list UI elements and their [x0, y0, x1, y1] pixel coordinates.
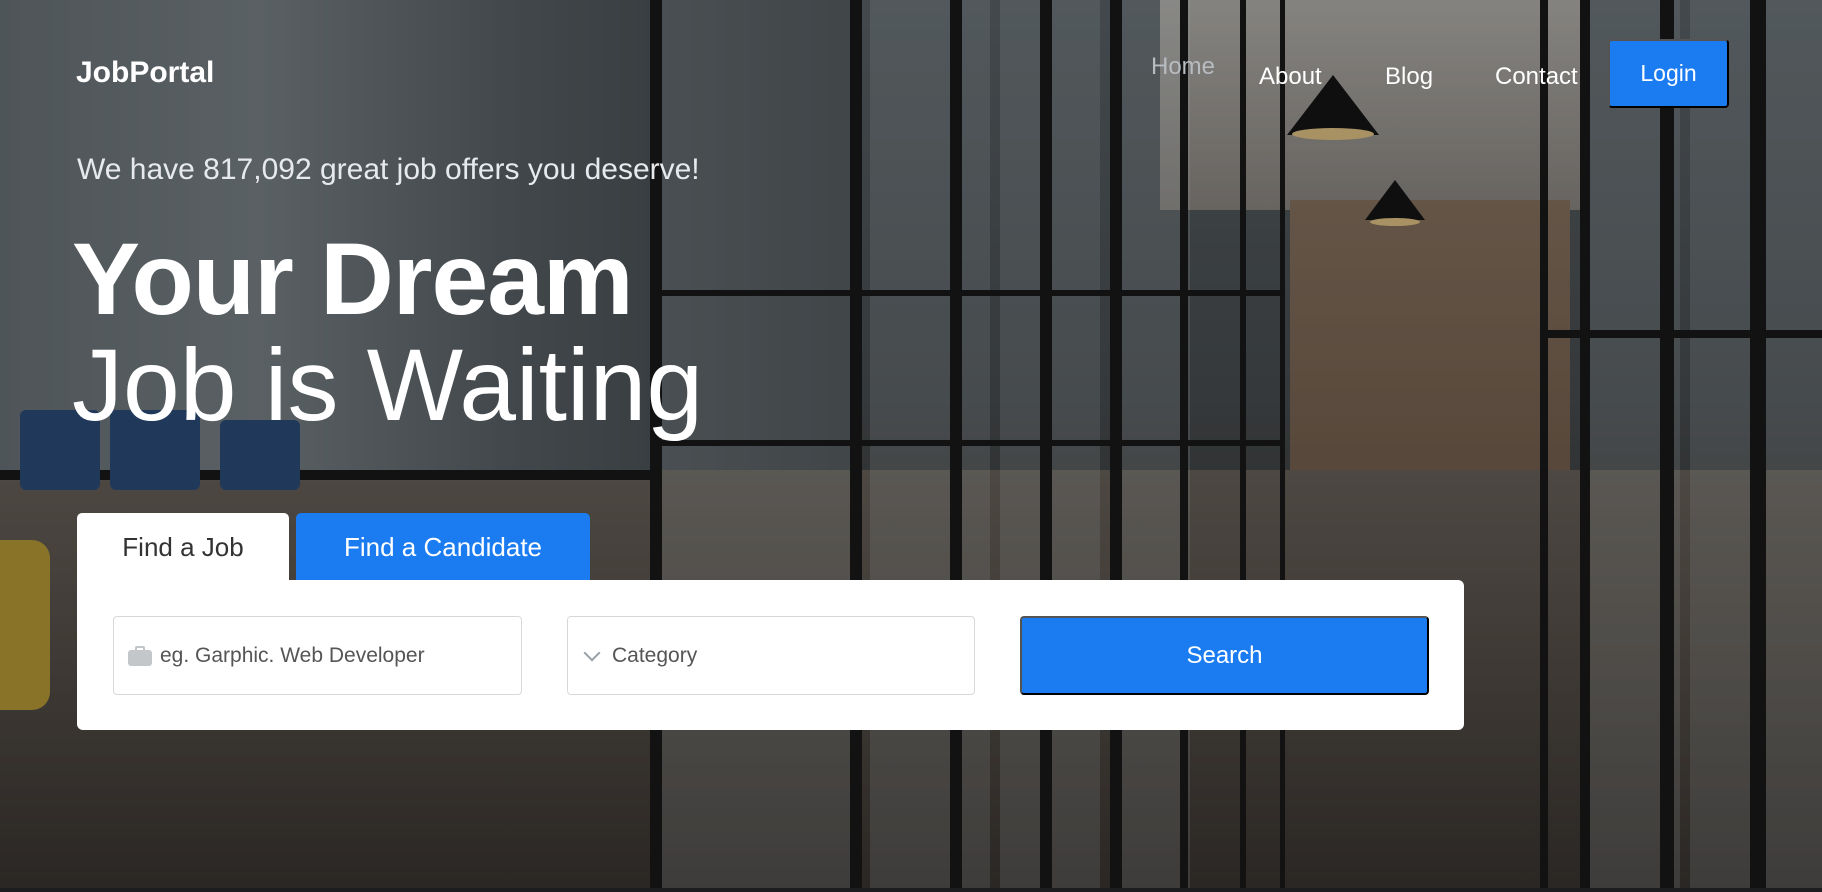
tab-find-candidate[interactable]: Find a Candidate: [296, 513, 590, 581]
login-button[interactable]: Login: [1608, 39, 1729, 108]
nav-link-blog[interactable]: Blog: [1385, 63, 1433, 91]
briefcase-icon: [128, 645, 152, 666]
keyword-placeholder: eg. Garphic. Web Developer: [160, 643, 425, 667]
site-logo[interactable]: JobPortal: [76, 56, 214, 90]
hero-section: JobPortal Home About Blog Contact Login …: [0, 0, 1822, 888]
hero-headline-bold: Your Dream: [72, 222, 634, 336]
search-button[interactable]: Search: [1020, 616, 1429, 695]
nav-link-home[interactable]: Home: [1151, 53, 1215, 81]
category-placeholder: Category: [612, 643, 698, 667]
keyword-input[interactable]: eg. Garphic. Web Developer: [113, 616, 522, 695]
category-select[interactable]: Category: [567, 616, 975, 695]
chevron-down-icon: [583, 644, 601, 661]
hero-tagline: We have 817,092 great job offers you des…: [77, 153, 700, 186]
top-navbar: JobPortal Home About Blog Contact Login: [0, 0, 1822, 150]
search-panel: eg. Garphic. Web Developer Category Sear…: [77, 580, 1464, 730]
hero-headline-light: Job is Waiting: [72, 328, 704, 442]
nav-link-about[interactable]: About: [1259, 63, 1322, 91]
nav-link-contact[interactable]: Contact: [1495, 63, 1578, 91]
tab-find-job[interactable]: Find a Job: [77, 513, 289, 581]
